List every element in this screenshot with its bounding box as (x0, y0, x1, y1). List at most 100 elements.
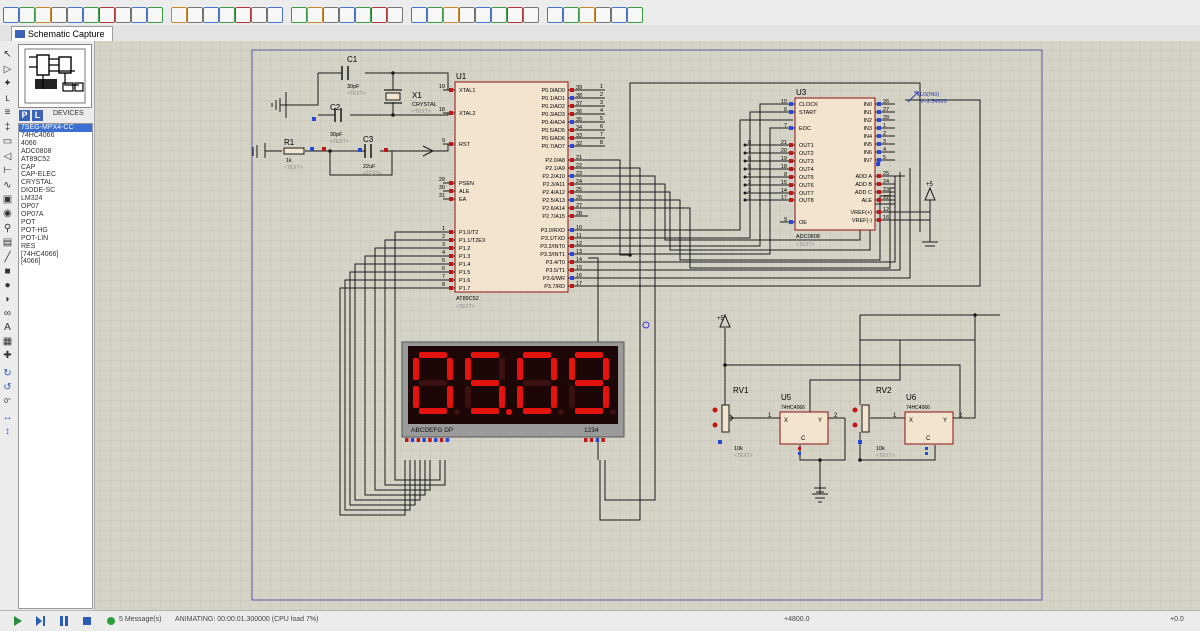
toolbar-button-icon[interactable] (459, 7, 475, 23)
component-mode-icon[interactable]: ▷ (2, 65, 13, 75)
toolbar-button-icon[interactable] (371, 7, 387, 23)
message-count[interactable]: 5 Message(s) (119, 616, 161, 623)
symbol-icon[interactable]: ▦ (2, 337, 13, 347)
toolbar-button-icon[interactable] (19, 7, 35, 23)
device-list-item[interactable]: [74HC4066] (19, 251, 92, 259)
toolbar-button-icon[interactable] (147, 7, 163, 23)
toolbar-button-icon[interactable] (339, 7, 355, 23)
toolbar-button-icon[interactable] (51, 7, 67, 23)
subcircuit-icon[interactable]: ▭ (2, 137, 13, 147)
toolbar-button-icon[interactable] (355, 7, 371, 23)
step-icon[interactable] (36, 616, 46, 626)
toolbar-button-icon[interactable] (171, 7, 187, 23)
toolbar-button-icon[interactable] (507, 7, 523, 23)
toolbar-button-icon[interactable] (3, 7, 19, 23)
u3-pin-name: OUT5 (799, 175, 814, 181)
device-list-item[interactable]: 74HC4066 (19, 132, 92, 140)
segment (603, 386, 609, 408)
toolbar-button-icon[interactable] (203, 7, 219, 23)
device-list-item[interactable]: CRYSTAL (19, 179, 92, 187)
toolbar-button-icon[interactable] (307, 7, 323, 23)
device-pin-icon[interactable]: ⊢ (2, 166, 13, 176)
line-icon[interactable]: ╱ (2, 253, 13, 263)
toolbar-button-icon[interactable] (595, 7, 611, 23)
bus-icon[interactable]: ‡ (2, 123, 13, 133)
marker-icon[interactable]: ✚ (2, 351, 13, 361)
toolbar-button-icon[interactable] (475, 7, 491, 23)
toolbar-button-icon[interactable] (235, 7, 251, 23)
toolbar-button-icon[interactable] (251, 7, 267, 23)
device-list-item[interactable]: CAP-ELEC (19, 171, 92, 179)
device-list-item[interactable]: AT89C52 (19, 156, 92, 164)
seven-segment-display[interactable]: ABCDEFG DP 1234 (401, 341, 625, 442)
toolbar-button-icon[interactable] (443, 7, 459, 23)
toolbar-button-icon[interactable] (219, 7, 235, 23)
toolbar-button-icon[interactable] (115, 7, 131, 23)
toolbar-button-icon[interactable] (83, 7, 99, 23)
stop-icon[interactable] (82, 616, 92, 626)
tab-schematic-capture[interactable]: Schematic Capture (11, 26, 113, 41)
probe-icon[interactable]: ⚲ (2, 224, 13, 234)
toolbar-button-icon[interactable] (323, 7, 339, 23)
device-list-item[interactable]: 7SEG-MPX4-CC (19, 124, 92, 132)
toolbar-button-icon[interactable] (387, 7, 403, 23)
graph-icon[interactable]: ∿ (2, 181, 13, 191)
device-list-item[interactable]: [4066] (19, 258, 92, 266)
toolbar-button-icon[interactable] (35, 7, 51, 23)
schematic-canvas[interactable]: C1 30pF <TEXT> C2 30pF <TEXT> X1 CRYSTAL… (95, 41, 1200, 610)
device-list-item[interactable]: POT-LIN (19, 235, 92, 243)
arc-icon[interactable]: ◗ (2, 295, 13, 305)
device-list-item[interactable]: POT-HG (19, 227, 92, 235)
device-list-item[interactable]: RES (19, 243, 92, 251)
rotate-cw-icon[interactable]: ↻ (2, 369, 13, 379)
device-list[interactable]: 7SEG-MPX4-CC 74HC4066 4066 ADC0808 AT89C52 CA… (18, 123, 93, 609)
toolbar-button-icon[interactable] (131, 7, 147, 23)
text-icon[interactable]: A (2, 323, 13, 333)
schematic-drawing[interactable]: C1 30pF <TEXT> C2 30pF <TEXT> X1 CRYSTAL… (95, 41, 1200, 610)
tape-icon[interactable]: ▣ (2, 195, 13, 205)
circle-icon[interactable]: ● (2, 281, 13, 291)
toolbar-button-icon[interactable] (267, 7, 283, 23)
toolbar-button-icon[interactable] (291, 7, 307, 23)
overview-window[interactable] (18, 44, 92, 108)
wire-label-icon[interactable]: ʟ (2, 94, 13, 104)
terminal-icon[interactable]: ◁ (2, 152, 13, 162)
toolbar-button-icon[interactable] (563, 7, 579, 23)
generator-icon[interactable]: ◉ (2, 209, 13, 219)
text-script-icon[interactable]: ≡ (2, 108, 13, 118)
toolbar-button-icon[interactable] (579, 7, 595, 23)
junction-dot-icon[interactable]: ✦ (2, 79, 13, 89)
toolbar-button-icon[interactable] (491, 7, 507, 23)
device-list-item[interactable]: ADC0808 (19, 148, 92, 156)
instrument-icon[interactable]: ▤ (2, 238, 13, 248)
library-manager-button[interactable]: L (32, 110, 43, 121)
rotate-ccw-icon[interactable]: ↺ (2, 383, 13, 393)
box-icon[interactable]: ■ (2, 267, 13, 277)
toolbar-button-icon[interactable] (187, 7, 203, 23)
toolbar-button-icon[interactable] (427, 7, 443, 23)
device-list-item[interactable]: POT (19, 219, 92, 227)
device-list-item[interactable]: 4066 (19, 140, 92, 148)
u3-pin-name: IN3 (863, 126, 872, 132)
path-icon[interactable]: ∞ (2, 309, 13, 319)
device-list-item[interactable]: DIODE-SC (19, 187, 92, 195)
device-list-item[interactable]: OP07A (19, 211, 92, 219)
toolbar-button-icon[interactable] (411, 7, 427, 23)
pick-devices-button[interactable]: P (19, 110, 30, 121)
toolbar-button-icon[interactable] (611, 7, 627, 23)
message-status-icon[interactable] (107, 617, 115, 625)
u3-pin-name: OUT7 (799, 191, 814, 197)
toolbar-button-icon[interactable] (547, 7, 563, 23)
device-list-item[interactable]: OP07 (19, 203, 92, 211)
toolbar-button-icon[interactable] (523, 7, 539, 23)
play-icon[interactable] (13, 616, 23, 626)
toolbar-button-icon[interactable] (67, 7, 83, 23)
toolbar-button-icon[interactable] (627, 7, 643, 23)
mirror-x-icon[interactable]: ↔ (2, 413, 13, 423)
toolbar-button-icon[interactable] (99, 7, 115, 23)
selection-mode-icon[interactable]: ↖ (2, 50, 13, 60)
device-list-item[interactable]: LM324 (19, 195, 92, 203)
mirror-y-icon[interactable]: ↕ (2, 427, 13, 437)
pause-icon[interactable] (59, 616, 69, 626)
device-list-item[interactable]: CAP (19, 164, 92, 172)
